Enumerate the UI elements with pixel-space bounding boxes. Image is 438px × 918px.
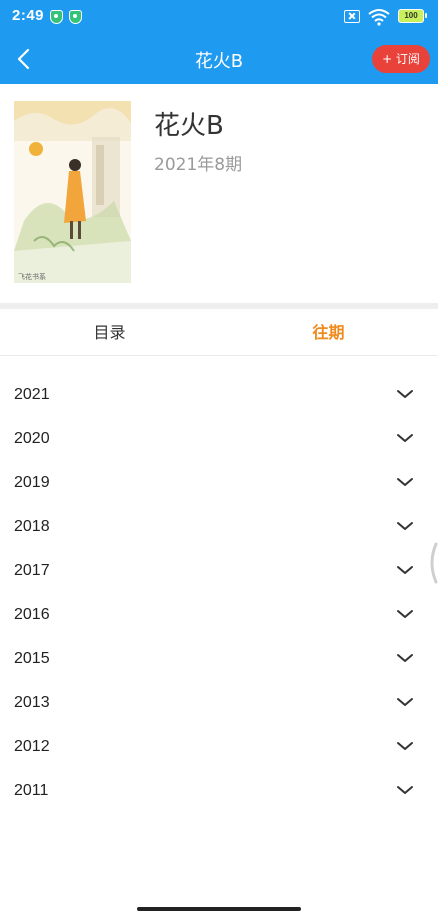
magazine-header: 飞花书系 花火B 2021年8期	[0, 84, 438, 304]
year-label: 2015	[14, 650, 50, 667]
year-row-2018[interactable]: 2018	[0, 506, 438, 550]
chevron-down-icon	[397, 522, 413, 530]
battery-icon: 100	[398, 9, 427, 23]
year-label: 2017	[14, 562, 50, 579]
nav-bar: 花火B + 订阅	[0, 34, 438, 84]
year-row-2020[interactable]: 2020	[0, 418, 438, 462]
chevron-down-icon	[397, 390, 413, 398]
chevron-down-icon	[397, 566, 413, 574]
edge-swipe-handle[interactable]	[426, 542, 438, 584]
year-label: 2020	[14, 430, 50, 447]
chevron-down-icon	[397, 742, 413, 750]
wifi-icon	[368, 9, 390, 26]
shield-icon	[50, 10, 63, 24]
shield-icon	[69, 10, 82, 24]
year-row-2012[interactable]: 2012	[0, 726, 438, 770]
sim-off-icon	[344, 10, 360, 23]
home-indicator[interactable]	[137, 907, 301, 911]
status-time: 2:49	[12, 7, 45, 24]
magazine-cover-image[interactable]: 飞花书系	[14, 101, 131, 283]
chevron-down-icon	[397, 786, 413, 794]
tab-bar: 目录 往期	[0, 309, 438, 356]
magazine-title: 花火B	[154, 111, 224, 141]
cover-illustration: 飞花书系	[14, 101, 131, 283]
chevron-down-icon	[397, 610, 413, 618]
year-row-2011[interactable]: 2011	[0, 770, 438, 814]
status-bar: 2:49 100	[0, 0, 438, 34]
year-label: 2016	[14, 606, 50, 623]
year-row-2015[interactable]: 2015	[0, 638, 438, 682]
chevron-down-icon	[397, 478, 413, 486]
year-row-2017[interactable]: 2017	[0, 550, 438, 594]
year-label: 2019	[14, 474, 50, 491]
year-row-2021[interactable]: 2021	[0, 374, 438, 418]
year-list: 2021 2020 2019 2018 2017 2016 2015 2013 …	[0, 374, 438, 814]
year-row-2013[interactable]: 2013	[0, 682, 438, 726]
svg-text:飞花书系: 飞花书系	[18, 272, 46, 281]
year-row-2016[interactable]: 2016	[0, 594, 438, 638]
year-label: 2013	[14, 694, 50, 711]
year-label: 2021	[14, 386, 50, 403]
chevron-down-icon	[397, 698, 413, 706]
year-label: 2018	[14, 518, 50, 535]
chevron-down-icon	[397, 654, 413, 662]
year-row-2019[interactable]: 2019	[0, 462, 438, 506]
year-label: 2012	[14, 738, 50, 755]
chevron-down-icon	[397, 434, 413, 442]
tab-catalog[interactable]: 目录	[0, 309, 219, 356]
subscribe-button[interactable]: + 订阅	[372, 45, 430, 73]
magazine-issue: 2021年8期	[154, 155, 243, 175]
year-label: 2011	[14, 782, 49, 799]
tab-past-issues[interactable]: 往期	[219, 309, 438, 356]
